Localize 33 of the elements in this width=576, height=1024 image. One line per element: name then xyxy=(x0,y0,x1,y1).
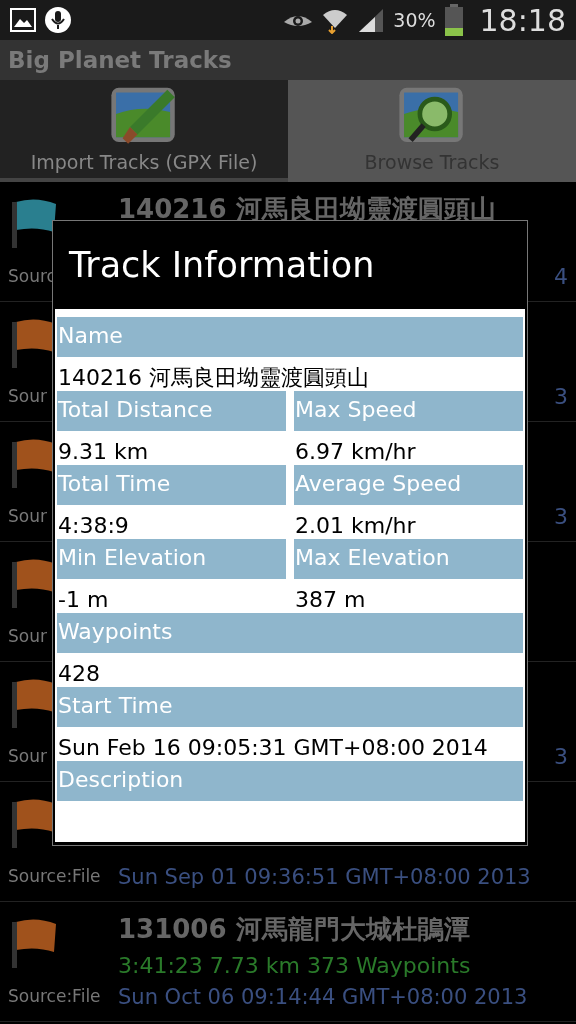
tab[interactable]: Import Tracks (GPX File) xyxy=(0,80,288,182)
track-date: 3 xyxy=(554,743,568,771)
field-label: Max Elevation xyxy=(294,539,523,579)
track-date: 3 xyxy=(554,383,568,411)
field-label: Total Time xyxy=(57,465,286,505)
field-label: Max Speed xyxy=(294,391,523,431)
app-title: Big Planet Tracks xyxy=(8,45,232,75)
signal-icon xyxy=(357,7,386,33)
field-label: Waypoints xyxy=(57,613,523,653)
track-date: Sun Oct 06 09:14:44 GMT+08:00 2013 xyxy=(118,984,529,1011)
picture-icon xyxy=(10,8,36,32)
field-label: Name xyxy=(57,317,523,357)
track-date: 4 xyxy=(554,263,568,291)
track-title: 131006 河馬龍門大城杜鵑潭 xyxy=(118,913,471,946)
field-label: Start Time xyxy=(57,687,523,727)
battery-text: 30% xyxy=(393,7,436,33)
source-label: Source:File xyxy=(8,865,101,888)
battery-icon xyxy=(443,4,464,36)
field-label: Min Elevation xyxy=(57,539,286,579)
clock: 18:18 xyxy=(479,1,566,40)
field-label: Description xyxy=(57,761,523,801)
source-label: Sour xyxy=(8,505,47,528)
track-stats: 3:41:23 7.73 km 373 Waypoints xyxy=(118,952,472,980)
microphone-icon xyxy=(44,6,72,34)
source-label: Sour xyxy=(8,385,47,408)
source-label: Sour xyxy=(8,745,47,768)
field-label: Average Speed xyxy=(294,465,523,505)
source-label: Source:File xyxy=(8,985,101,1008)
dialog-title: Track Information xyxy=(69,243,375,287)
track-date: 3 xyxy=(554,503,568,531)
track-date: Sun Sep 01 09:36:51 GMT+08:00 2013 xyxy=(118,863,532,891)
field-label: Total Distance xyxy=(57,391,286,431)
source-label: Sour xyxy=(8,625,47,648)
